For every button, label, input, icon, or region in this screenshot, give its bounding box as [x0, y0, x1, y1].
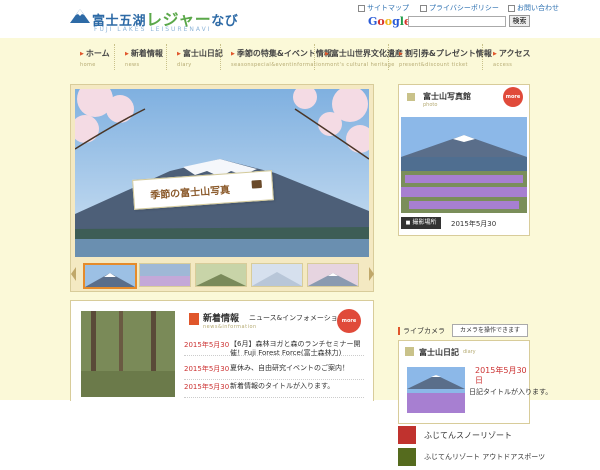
ski-icon — [398, 426, 416, 444]
thumbnail[interactable] — [139, 263, 191, 287]
site-header: 富士五湖レジャーなび FUJI LAKES LEISURENAVI サイトマップ… — [0, 0, 600, 40]
seasonal-photo-slider: 季節の富士山写真 — [70, 84, 374, 292]
outdoor-sports-link[interactable]: ふじてんリゾート アウトドアスポーツ — [398, 448, 545, 470]
news-title-en: news&information — [203, 324, 257, 330]
seasonal-photo-title: 季節の富士山写真 — [149, 185, 231, 202]
fuji-lake-photo — [401, 117, 527, 213]
search-input[interactable] — [408, 16, 506, 27]
live-camera-button[interactable]: カメラを操作できます — [452, 324, 528, 337]
thumbnail[interactable] — [251, 263, 303, 287]
checkbox-icon — [508, 4, 515, 12]
news-icon — [189, 313, 199, 325]
diary-box: 富士山日記 diary 2015年5月30 日 日記タイトルが入ります。 — [398, 340, 552, 424]
nav-item-label: 割引券&プレゼント情報 — [399, 48, 492, 59]
nav-item-label: 富士山世界文化遺産 — [325, 48, 403, 59]
nav-item-world-heritage[interactable]: 富士山世界文化遺産 mont's cultural heritage — [314, 44, 403, 70]
global-nav: ホーム home 新着情報 news 富士山日記 diary 季節の特集&イベン… — [70, 44, 535, 70]
diary-entry-title[interactable]: 日記タイトルが入ります。 — [469, 387, 552, 397]
forest-photo — [81, 311, 175, 397]
news-item[interactable]: 2015年5月30 新着情報のタイトルが入ります。 — [184, 379, 364, 398]
photo-gallery-title: 富士山写真館 — [423, 92, 471, 101]
photo-location: 撮影場所 2015年5月30 — [401, 217, 527, 231]
nav-item-sublabel: seasonspecial&eventinformation — [231, 62, 326, 68]
site-logo[interactable]: 富士五湖レジャーなび FUJI LAKES LEISURENAVI — [70, 4, 240, 36]
news-text: 【6月】森林ヨガと森のランチセミナー開催！Fuji Forest Force(富… — [230, 340, 361, 357]
photo-gallery-box: 富士山写真館 photo more 撮影場所 2015年5月30 — [398, 84, 530, 236]
news-subtitle: ニュース&インフォメーション — [249, 314, 345, 322]
checkbox-icon — [358, 4, 365, 12]
contact-link[interactable]: お問い合わせ — [508, 3, 559, 13]
news-header: 新着情報 ニュース&インフォメーション news&information mor… — [189, 309, 363, 333]
photo-gallery-more-button[interactable]: more — [503, 87, 523, 107]
news-title: 新着情報 — [203, 314, 240, 324]
photo-gallery-image[interactable] — [401, 117, 527, 213]
photo-gallery-header: 富士山写真館 photo more — [399, 85, 529, 111]
nav-item-label: 季節の特集&イベント情報 — [231, 48, 332, 59]
thumbnail-strip — [71, 263, 374, 289]
news-text: 夏休み、自由研究イベントのご案内！ — [230, 364, 349, 372]
news-text: 新着情報のタイトルが入ります。 — [230, 382, 335, 390]
privacy-policy-link-label: プライバシーポリシー — [429, 4, 499, 12]
camera-icon — [251, 179, 262, 189]
search-button[interactable]: 検索 — [509, 15, 530, 27]
news-more-button[interactable]: more — [337, 309, 361, 333]
sitemap-link-label: サイトマップ — [367, 4, 409, 12]
news-item[interactable]: 2015年5月30 夏休み、自由研究イベントのご案内！ — [184, 361, 364, 380]
google-logo: Google — [368, 15, 411, 28]
checkbox-icon — [420, 4, 427, 12]
nav-item-sublabel: mont's cultural heritage — [325, 62, 395, 68]
privacy-policy-link[interactable]: プライバシーポリシー — [420, 3, 499, 13]
outdoor-sports-label: ふじてんリゾート アウトドアスポーツ — [424, 453, 546, 461]
news-date: 2015年5月30 — [184, 341, 230, 349]
nav-item-access[interactable]: アクセス access — [482, 44, 535, 70]
ski-resort-label: ふじてんスノーリゾート — [424, 431, 512, 440]
page-icon — [407, 93, 415, 101]
news-photo — [81, 311, 175, 397]
photo-date: 2015年5月30 — [451, 220, 497, 228]
news-date: 2015年5月30 — [184, 383, 230, 391]
thumbnail[interactable] — [195, 263, 247, 287]
nav-item-sublabel: present&discount ticket — [399, 62, 468, 68]
logo-title-part3: なび — [211, 14, 239, 29]
next-arrow-icon[interactable] — [369, 267, 374, 281]
prev-arrow-icon[interactable] — [71, 267, 76, 281]
logo-subtitle: FUJI LAKES LEISURENAVI — [94, 26, 212, 33]
diary-photo[interactable] — [407, 367, 465, 413]
live-camera-label: ライブカメラ — [398, 326, 445, 336]
thumbnail[interactable] — [307, 263, 359, 287]
news-section: 新着情報 ニュース&インフォメーション news&information mor… — [70, 300, 374, 401]
photo-gallery-title-en: photo — [423, 102, 438, 108]
top-links: サイトマップ プライバシーポリシー お問い合わせ — [358, 3, 598, 13]
thumbnail[interactable] — [83, 263, 137, 289]
page-icon — [405, 347, 414, 356]
ski-resort-link[interactable]: ふじてんスノーリゾート — [398, 426, 528, 448]
news-date: 2015年5月30 — [184, 365, 230, 373]
news-item[interactable]: 2015年5月30 【6月】森林ヨガと森のランチセミナー開催！Fuji Fore… — [184, 337, 364, 357]
mount-fuji-logo-icon — [70, 9, 90, 23]
contact-link-label: お問い合わせ — [517, 4, 559, 12]
nav-item-label: アクセス — [493, 48, 535, 59]
nav-item-discounts[interactable]: 割引券&プレゼント情報 present&discount ticket — [388, 44, 492, 70]
diary-title-en: diary — [463, 349, 476, 355]
diary-title: 富士山日記 — [419, 348, 459, 357]
live-camera: ライブカメラ カメラを操作できます — [398, 324, 528, 338]
nav-item-season-events[interactable]: 季節の特集&イベント情報 seasonspecial&eventinformat… — [220, 44, 332, 70]
sitemap-link[interactable]: サイトマップ — [358, 3, 409, 13]
fuji-lavender-photo — [407, 367, 465, 413]
outdoor-icon — [398, 448, 416, 466]
location-button[interactable]: 撮影場所 — [401, 217, 441, 229]
diary-date-day: 日 — [475, 376, 483, 385]
nav-item-sublabel: access — [493, 62, 513, 68]
